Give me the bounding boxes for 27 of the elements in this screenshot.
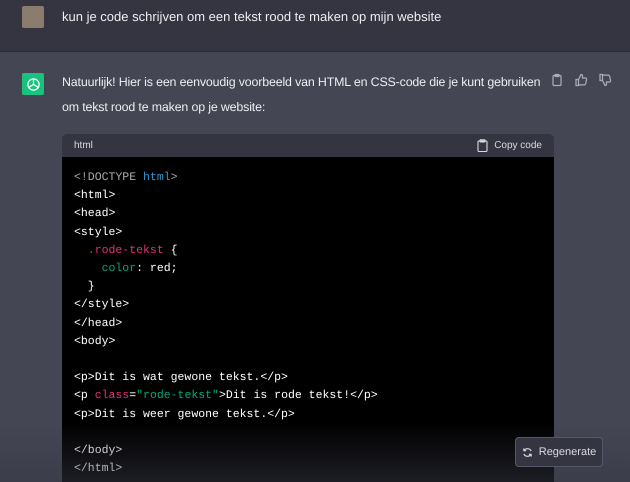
code-line: <head>	[74, 206, 116, 222]
code-line: <body>	[74, 334, 116, 350]
code-language-label: html	[74, 140, 93, 151]
copy-code-button[interactable]: Copy code	[477, 139, 542, 152]
thumbs-down-icon[interactable]	[598, 73, 612, 87]
user-avatar	[22, 6, 44, 28]
code-line: <p>Dit is wat gewone tekst.</p>	[74, 370, 288, 386]
code-line: <html>	[74, 188, 116, 204]
user-message: kun je code schrijven om een tekst rood te maken op mijn website	[62, 8, 442, 26]
code-line: </html>	[74, 461, 122, 478]
regenerate-button[interactable]: Regenerate	[515, 437, 603, 467]
code-line: <style>	[74, 224, 122, 241]
clipboard-icon	[477, 139, 488, 152]
code-line: <!DOCTYPE html>	[74, 170, 178, 186]
thumbs-up-icon[interactable]	[574, 73, 588, 87]
copy-icon[interactable]	[550, 73, 564, 87]
assistant-message: Natuurlijk! Hier is een eenvoudig voorbeeld van HTML en CSS-code die je kunt gebruiken om tekst rood te maken op je website:	[62, 74, 542, 116]
code-line: <p>Dit is weer gewone tekst.</p>	[74, 406, 295, 423]
code-line: <p class="rode-tekst">Dit is rode tekst!</p>	[74, 388, 378, 404]
assistant-logo-icon	[22, 73, 44, 95]
code-line: </body>	[74, 443, 122, 460]
code-line: color: red;	[100, 261, 178, 278]
refresh-icon	[522, 446, 533, 458]
code-line: .rode-tekst {	[86, 242, 178, 259]
code-line: </style>	[74, 297, 130, 314]
code-line: </head>	[74, 316, 122, 332]
code-line: }	[86, 279, 95, 296]
